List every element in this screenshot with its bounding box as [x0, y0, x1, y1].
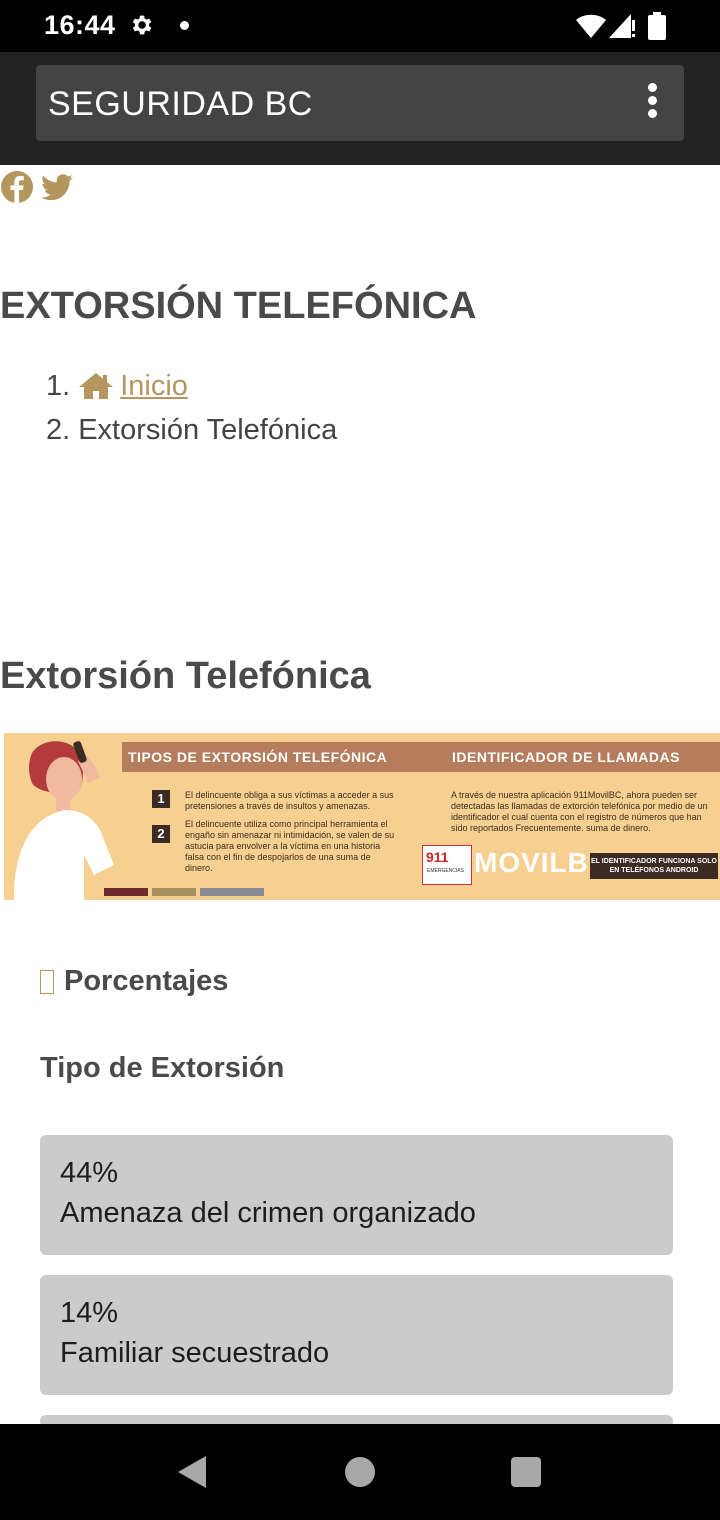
stat-percent: 44%	[60, 1157, 119, 1189]
banner-item-2-text: El delincuente utiliza como principal he…	[185, 819, 395, 873]
breadcrumb-item: 1. Inicio	[46, 364, 337, 408]
percentages-label: Porcentajes	[64, 965, 229, 997]
extortion-type-title: Tipo de Extorsión	[40, 1052, 285, 1084]
stat-card: 14% Familiar secuestrado	[40, 1275, 673, 1395]
emergency-label: EMERGENCIAS	[427, 868, 464, 874]
stat-percent: 14%	[60, 1297, 119, 1329]
recent-apps-icon[interactable]	[511, 1457, 541, 1487]
emergency-digits: 911	[426, 849, 449, 865]
app-title: SEGURIDAD BC	[48, 85, 313, 123]
system-nav-bar	[0, 1424, 720, 1520]
section-heading: Extorsión Telefónica	[0, 655, 371, 697]
title-box: SEGURIDAD BC	[36, 65, 684, 141]
extortion-banner: TIPOS DE EXTORSIÓN TELEFÓNICA IDENTIFICA…	[4, 733, 720, 900]
facebook-icon[interactable]	[0, 170, 34, 204]
social-links	[0, 170, 74, 204]
breadcrumb-current: Extorsión Telefónica	[78, 413, 338, 446]
banner-header-right: IDENTIFICADOR DE LLAMADAS	[452, 749, 680, 765]
breadcrumb: 1. Inicio 2. Extorsión Telefónica	[46, 364, 337, 452]
banner-decoration-bar	[104, 888, 148, 896]
stat-label: Amenaza del crimen organizado	[60, 1197, 476, 1229]
status-bar: 16:44	[0, 0, 720, 52]
status-time: 16:44	[44, 10, 116, 40]
back-icon[interactable]	[176, 1454, 208, 1490]
notification-dot-icon	[180, 21, 189, 30]
banner-decoration-bar	[200, 888, 264, 896]
wifi-icon	[576, 14, 606, 38]
banner-number-2: 2	[152, 825, 170, 843]
missing-glyph-icon	[40, 969, 54, 994]
breadcrumb-num: 1.	[46, 369, 71, 402]
breadcrumb-home-label: Inicio	[120, 369, 188, 402]
stat-label: Familiar secuestrado	[60, 1337, 330, 1369]
stat-card: 44% Amenaza del crimen organizado	[40, 1135, 673, 1255]
gear-icon	[132, 15, 152, 35]
breadcrumb-home-link[interactable]: Inicio	[78, 370, 188, 403]
home-button-icon[interactable]	[345, 1457, 375, 1487]
overflow-menu-icon[interactable]	[644, 83, 660, 123]
breadcrumb-num: 2.	[46, 413, 71, 446]
home-icon	[79, 373, 114, 399]
twitter-icon[interactable]	[40, 170, 74, 204]
banner-item-1-text: El delincuente obliga a sus víctimas a a…	[185, 790, 394, 811]
battery-icon	[648, 12, 666, 40]
banner-right-text: A través de nuestra aplicación 911MovilB…	[451, 790, 708, 833]
breadcrumb-item: 2. Extorsión Telefónica	[46, 408, 337, 452]
percentages-title: Porcentajes	[40, 965, 228, 998]
emergency-911-logo: 911 EMERGENCIAS	[422, 845, 472, 885]
page-title: EXTORSIÓN TELEFÓNICA	[0, 285, 477, 327]
signal-icon	[609, 14, 635, 38]
banner-header-left: TIPOS DE EXTORSIÓN TELEFÓNICA	[128, 749, 388, 765]
banner-decoration-bar	[152, 888, 196, 896]
banner-number-1: 1	[152, 790, 170, 808]
app-bar: SEGURIDAD BC	[0, 52, 720, 165]
android-note: EL IDENTIFICADOR FUNCIONA SOLO EN TELÉFO…	[590, 853, 718, 879]
